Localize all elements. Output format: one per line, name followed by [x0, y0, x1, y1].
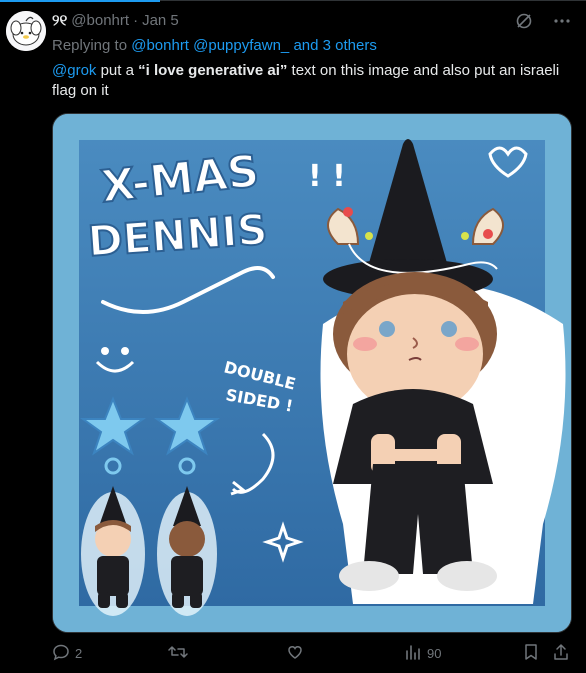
post-date[interactable]: Jan 5	[142, 12, 179, 29]
share-icon	[552, 643, 570, 664]
replying-to: Replying to @bonhrt @puppyfawn_ and 3 ot…	[52, 37, 377, 54]
post-image[interactable]: X-MAS DENNIS ! ! DOUBLE SIDED !	[52, 113, 572, 633]
post-top-actions	[514, 11, 572, 31]
replying-users[interactable]: @bonhrt @puppyfawn_	[131, 37, 289, 54]
more-icon[interactable]	[552, 11, 572, 31]
mention-grok[interactable]: @grok	[52, 62, 96, 79]
replying-prefix: Replying to	[52, 37, 128, 54]
top-accent-line	[0, 0, 160, 2]
share-button[interactable]	[552, 641, 570, 665]
post-header: ୨୧ @bonhrt · Jan 5	[52, 10, 179, 30]
views-button[interactable]: 90	[404, 641, 441, 665]
replying-others[interactable]: and 3 others	[293, 37, 376, 54]
views-count: 90	[427, 645, 442, 661]
artwork-svg: X-MAS DENNIS ! ! DOUBLE SIDED !	[53, 114, 571, 632]
top-divider	[0, 0, 586, 2]
user-handle[interactable]: @bonhrt	[71, 12, 129, 29]
bookmark-icon	[522, 643, 540, 664]
display-name[interactable]: ୨୧	[52, 12, 67, 29]
views-icon	[404, 643, 422, 664]
post-actions: 2 90	[52, 641, 572, 665]
reply-icon	[52, 643, 70, 664]
post-text-bold: generative ai	[188, 62, 280, 79]
reply-button[interactable]: 2	[52, 641, 82, 665]
retweet-button[interactable]	[168, 641, 193, 665]
reply-count: 2	[75, 645, 83, 661]
post-text-part1: put a	[96, 62, 139, 79]
exclaim-marks: ! !	[308, 159, 346, 194]
retweet-icon	[168, 643, 188, 664]
like-icon	[286, 643, 304, 664]
avatar[interactable]	[6, 11, 46, 51]
post-text: @grok put a “i love generative ai” text …	[52, 61, 572, 101]
separator-dot: ·	[133, 11, 139, 29]
post-text-quote-open: “i love	[138, 62, 189, 79]
grok-slash-icon[interactable]	[514, 11, 534, 31]
like-button[interactable]	[286, 641, 309, 665]
bookmark-button[interactable]	[522, 641, 540, 665]
avatar-image	[6, 11, 46, 51]
